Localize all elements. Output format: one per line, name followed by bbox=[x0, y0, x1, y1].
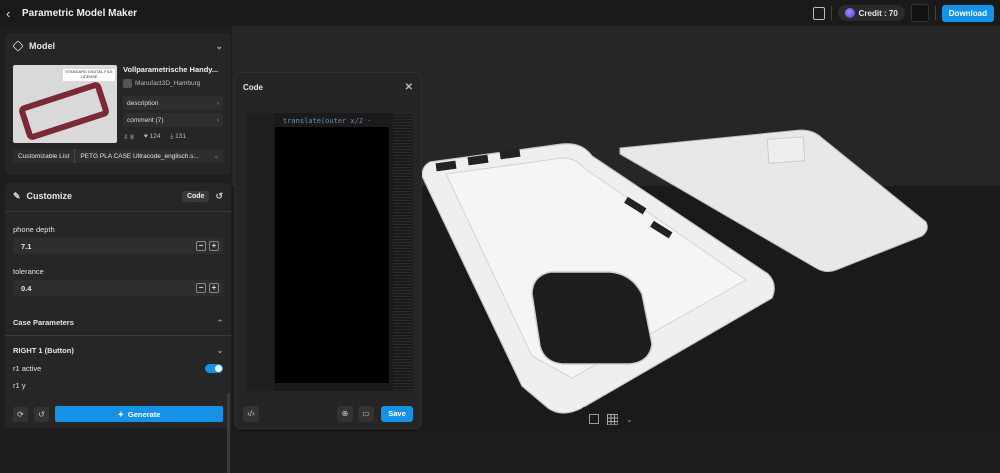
top-bar-actions: Credit : 70 Download bbox=[812, 4, 994, 22]
credit-badge[interactable]: Credit : 70 bbox=[837, 5, 905, 21]
code-panel-title: Code bbox=[243, 82, 263, 92]
grid-icon[interactable] bbox=[607, 413, 618, 425]
credit-icon bbox=[844, 8, 855, 18]
code-panel-footer: ‹/› ⊕ ▭ Save bbox=[243, 406, 413, 422]
download-count-small: ⇩ 8 bbox=[123, 134, 134, 141]
field-value: 7.1 bbox=[21, 241, 32, 251]
stepper: − + bbox=[196, 283, 219, 293]
customize-header: ✎ Customize Code ↺ bbox=[13, 189, 223, 203]
generate-button[interactable]: ✦ Generate bbox=[55, 406, 223, 422]
undo-icon[interactable]: ↺ bbox=[34, 406, 49, 422]
customizable-list-value: PETG PLA CASE Ultracode_englisch.s... bbox=[80, 152, 199, 160]
sparkle-icon: ✦ bbox=[117, 409, 124, 419]
r1-active-row: r1 active bbox=[13, 364, 223, 373]
frame-icon[interactable] bbox=[589, 414, 599, 424]
back-icon[interactable]: ‹ bbox=[6, 6, 22, 21]
increment-button[interactable]: + bbox=[209, 241, 219, 251]
comment-button[interactable]: comment (7) › bbox=[123, 113, 223, 127]
author-avatar bbox=[123, 79, 132, 88]
case-parameters-label: Case Parameters bbox=[13, 318, 74, 327]
license-badge: STANDARD DIGITAL FILE LICENSE bbox=[63, 69, 115, 81]
right1-label: RIGHT 1 (Button) bbox=[13, 346, 74, 355]
increment-button[interactable]: + bbox=[209, 283, 219, 293]
viewport-toolbar: ⌄ bbox=[581, 407, 645, 431]
author-name: Manufact3D_Hamburg bbox=[135, 80, 201, 87]
case-parameters-header[interactable]: Case Parameters ⌃ bbox=[13, 318, 223, 327]
decrement-button[interactable]: − bbox=[196, 283, 206, 293]
chevron-right-icon: › bbox=[216, 116, 219, 124]
scrollbar[interactable] bbox=[227, 393, 230, 473]
customizable-list-label: Customizable List bbox=[13, 149, 76, 163]
code-line: translate(outer x/2 - bbox=[283, 117, 372, 125]
r1-y-label: r1 y bbox=[13, 381, 26, 390]
model-body: STANDARD DIGITAL FILE LICENSE Vollparame… bbox=[13, 65, 223, 143]
model-author[interactable]: Manufact3D_Hamburg bbox=[123, 79, 223, 88]
editor-canvas bbox=[275, 127, 389, 383]
code-editor[interactable]: translate(outer x/2 - bbox=[245, 113, 413, 391]
model-header[interactable]: Model ⌄ bbox=[12, 39, 223, 53]
save-button[interactable]: Save bbox=[381, 406, 413, 422]
close-icon[interactable]: ✕ bbox=[405, 82, 413, 93]
chevron-up-icon: ⌃ bbox=[216, 318, 223, 327]
magic-wand-icon: ✎ bbox=[13, 190, 21, 201]
page-title: Parametric Model Maker bbox=[22, 7, 138, 19]
comment-label: comment (7) bbox=[127, 116, 164, 124]
divider bbox=[934, 6, 936, 20]
model-thumbnail[interactable]: STANDARD DIGITAL FILE LICENSE bbox=[13, 65, 117, 143]
zoom-icon[interactable]: ⊕ bbox=[337, 406, 353, 422]
left-panel: Model ⌄ STANDARD DIGITAL FILE LICENSE Vo… bbox=[5, 33, 231, 473]
history-icon[interactable]: ↺ bbox=[215, 191, 223, 202]
layout-icon[interactable]: ▭ bbox=[358, 406, 374, 422]
r1-active-toggle[interactable] bbox=[205, 364, 223, 373]
decrement-button[interactable]: − bbox=[196, 241, 206, 251]
model-card: Model ⌄ STANDARD DIGITAL FILE LICENSE Vo… bbox=[5, 33, 231, 175]
divider bbox=[5, 211, 231, 212]
refresh-icon[interactable]: ⟳ bbox=[13, 406, 28, 422]
download-button[interactable]: Download bbox=[941, 4, 994, 22]
code-panel-header: Code ✕ bbox=[235, 73, 421, 101]
model-info: Vollparametrische Handy... Manufact3D_Ha… bbox=[123, 65, 223, 143]
r1-active-label: r1 active bbox=[13, 364, 42, 373]
customize-footer: ⟳ ↺ ✦ Generate bbox=[13, 406, 223, 422]
chevron-down-icon[interactable]: ⌄ bbox=[215, 41, 223, 52]
phone-depth-input[interactable]: 7.1 − + bbox=[13, 238, 223, 254]
code-button[interactable]: Code bbox=[181, 190, 210, 202]
divider bbox=[5, 335, 231, 336]
description-label: description bbox=[127, 99, 159, 107]
description-button[interactable]: description › bbox=[123, 96, 223, 110]
chevron-right-icon: › bbox=[216, 99, 219, 107]
credit-label: Credit : 70 bbox=[858, 8, 898, 18]
line-gutter bbox=[245, 113, 273, 391]
top-bar: ‹ Parametric Model Maker Credit : 70 Dow… bbox=[0, 0, 1000, 26]
download-count: ⤓ 131 bbox=[170, 133, 186, 140]
chevron-down-icon: ⌄ bbox=[213, 153, 219, 160]
phone-case-thumbnail bbox=[17, 80, 111, 142]
field-value: 0.4 bbox=[21, 283, 32, 293]
field-label: phone depth bbox=[13, 225, 55, 234]
code-icon[interactable]: ‹/› bbox=[243, 406, 259, 422]
generate-label: Generate bbox=[127, 409, 161, 419]
divider bbox=[830, 6, 832, 20]
field-label: tolerance bbox=[13, 267, 44, 276]
model-section-title: Model bbox=[29, 41, 55, 51]
like-count[interactable]: ♥ 124 bbox=[144, 133, 161, 141]
customize-title: Customize bbox=[26, 191, 73, 201]
code-panel: Code ✕ translate(outer x/2 - ‹/› ⊕ ▭ Sav… bbox=[234, 72, 422, 429]
minimap[interactable] bbox=[393, 113, 413, 391]
document-icon[interactable] bbox=[812, 6, 825, 20]
customize-card: ✎ Customize Code ↺ phone depth 7.1 − + t… bbox=[5, 183, 231, 473]
cube-icon bbox=[12, 40, 24, 52]
customizable-list-select[interactable]: Customizable List PETG PLA CASE Ultracod… bbox=[13, 149, 223, 163]
model-name[interactable]: Vollparametrische Handy... bbox=[123, 65, 223, 74]
avatar[interactable] bbox=[910, 4, 929, 22]
model-stats: ⇩ 8 ♥ 124 ⤓ 131 bbox=[123, 133, 223, 141]
stepper: − + bbox=[196, 241, 219, 251]
chevron-down-icon: ⌄ bbox=[216, 346, 223, 355]
tolerance-input[interactable]: 0.4 − + bbox=[13, 280, 223, 296]
chevron-down-icon[interactable]: ⌄ bbox=[626, 415, 633, 424]
right1-header[interactable]: RIGHT 1 (Button) ⌄ bbox=[13, 346, 223, 355]
